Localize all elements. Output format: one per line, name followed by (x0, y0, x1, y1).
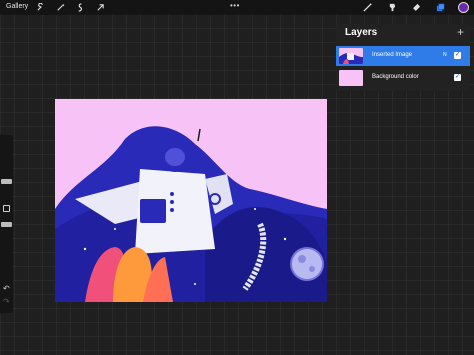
top-toolbar: Gallery ••• (0, 0, 474, 15)
eraser-icon[interactable] (412, 3, 421, 12)
visibility-checkbox[interactable]: ✓ (454, 52, 461, 59)
magic-wand-icon[interactable] (56, 3, 65, 12)
layer-name: Background color (372, 74, 419, 80)
blend-mode-label[interactable]: N (443, 52, 447, 58)
layer-row-background-color[interactable]: Background color ✓ (336, 68, 470, 88)
transform-arrow-icon[interactable] (96, 3, 105, 12)
layers-panel: Layers + Inserted Image N ✓ Background c… (336, 24, 470, 91)
layer-row-inserted-image[interactable]: Inserted Image N ✓ (336, 46, 470, 66)
smudge-icon[interactable] (388, 3, 397, 12)
actions-menu[interactable]: ••• (230, 1, 240, 10)
modify-button[interactable] (3, 205, 10, 212)
layer-thumbnail (339, 70, 363, 86)
brush-icon[interactable] (363, 3, 372, 12)
layers-icon[interactable] (436, 3, 445, 12)
layer-name: Inserted Image (372, 52, 413, 58)
undo-icon[interactable]: ↶ (3, 284, 10, 293)
astronaut-illustration (55, 99, 327, 302)
wrench-icon[interactable] (36, 3, 45, 12)
brush-size-slider-handle[interactable] (1, 179, 12, 184)
gallery-button[interactable]: Gallery (6, 3, 28, 10)
visibility-checkbox[interactable]: ✓ (454, 74, 461, 81)
color-swatch-button[interactable] (458, 2, 469, 13)
selection-icon[interactable] (76, 3, 85, 12)
drawing-canvas[interactable] (55, 99, 327, 302)
layers-title: Layers (345, 27, 378, 38)
layer-thumbnail (339, 48, 363, 64)
add-layer-icon[interactable]: + (457, 25, 464, 39)
redo-icon[interactable]: ↷ (3, 297, 10, 306)
opacity-slider-handle[interactable] (1, 222, 12, 227)
